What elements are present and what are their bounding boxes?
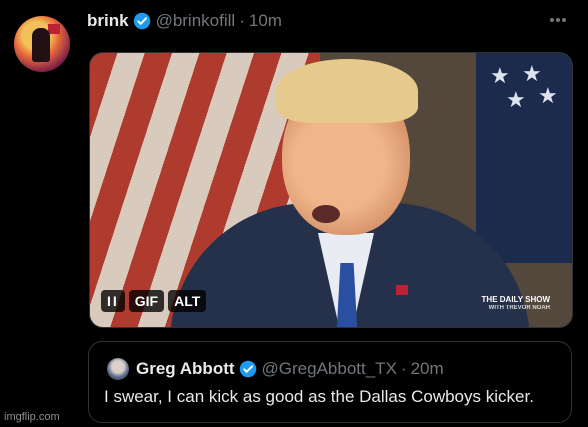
separator: · [239, 11, 245, 30]
author-name[interactable]: brink [87, 11, 129, 31]
mouth [312, 205, 340, 223]
show-watermark-title: THE DAILY SHOW [481, 295, 550, 304]
verified-icon [239, 360, 256, 378]
gif-media[interactable]: ★ ★ ★ ★ II GIF ALT THE DAILY SHOW WITH TREV… [89, 52, 573, 328]
show-watermark-sub: WITH TREVOR NOAH [488, 305, 550, 311]
quoted-timestamp: 20m [410, 359, 444, 378]
quoted-header: Greg Abbott @GregAbbott_TX · 20m [107, 358, 444, 380]
quoted-text: I swear, I can kick as good as the Dalla… [104, 387, 534, 406]
verified-icon [133, 12, 150, 30]
hair [276, 59, 418, 123]
show-watermark: THE DAILY SHOW WITH TREVOR NOAH [482, 295, 550, 313]
alt-button[interactable]: ALT [168, 290, 207, 312]
quoted-author-name: Greg Abbott [136, 359, 235, 378]
flag-stars: ★ ★ ★ ★ [476, 53, 572, 263]
quoted-tweet[interactable]: Greg Abbott @GregAbbott_TX · 20m I swear… [88, 341, 572, 423]
timestamp[interactable]: 10m [249, 11, 282, 31]
tweet-header: brink @brinkofill · 10m [87, 11, 282, 31]
author-handle[interactable]: @brinkofill [156, 11, 236, 31]
quoted-author-handle: @GregAbbott_TX [261, 359, 397, 378]
gif-badge: GIF [128, 290, 165, 312]
author-avatar[interactable] [14, 16, 70, 72]
more-icon[interactable] [549, 12, 573, 28]
separator: · [400, 359, 407, 378]
pause-button[interactable]: II [101, 290, 125, 312]
flag-pin [396, 285, 408, 295]
quoted-avatar[interactable] [107, 358, 129, 380]
media-badges: II GIF ALT [101, 290, 207, 312]
imgflip-watermark: imgflip.com [4, 411, 60, 423]
